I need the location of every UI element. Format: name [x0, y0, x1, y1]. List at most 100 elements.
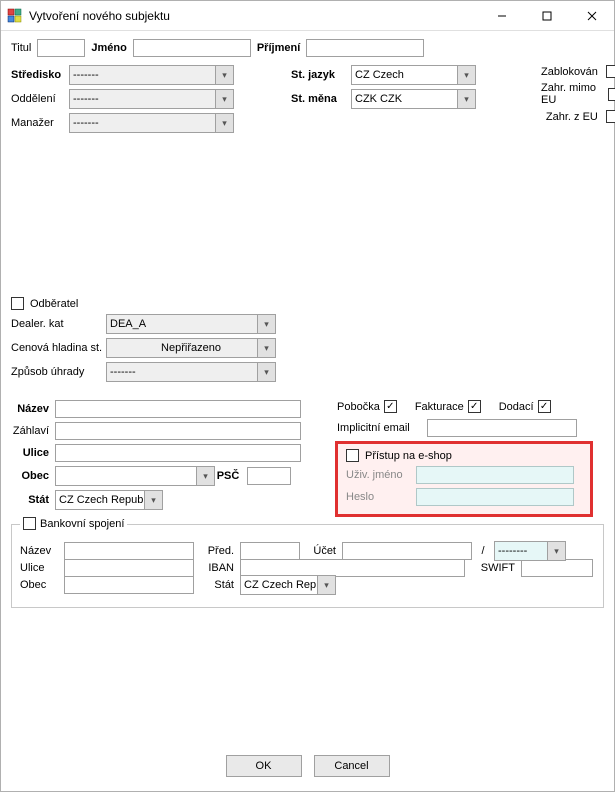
eshop-checkbox[interactable]: [346, 449, 359, 462]
zahr-mimo-eu-label: Zahr. mimo EU: [541, 82, 600, 106]
nazev-label: Název: [11, 403, 55, 415]
bank-swift-input[interactable]: [521, 559, 593, 577]
ulice-input[interactable]: [55, 444, 301, 462]
chevron-down-icon: ▾: [215, 66, 233, 84]
bank-stat-value: CZ Czech Rep: [244, 579, 316, 591]
imp-email-input[interactable]: [427, 419, 577, 437]
chevron-down-icon: ▾: [196, 467, 214, 485]
imp-email-label: Implicitní email: [337, 422, 427, 434]
zahr-z-eu-label: Zahr. z EU: [546, 111, 598, 123]
mena-value: CZK CZK: [355, 93, 402, 105]
stredisko-combo[interactable]: ------- ▾: [69, 65, 234, 85]
zahlavi-label: Záhlaví: [11, 425, 55, 437]
jazyk-value: CZ Czech: [355, 69, 404, 81]
ulice-label: Ulice: [11, 447, 55, 459]
stredisko-label: Středisko: [11, 69, 69, 81]
bank-code-value: --------: [498, 545, 527, 557]
manazer-combo[interactable]: ------- ▾: [69, 113, 234, 133]
chevron-down-icon: ▾: [215, 114, 233, 132]
titlebar: Vytvoření nového subjektu: [1, 1, 614, 31]
fakturace-label: Fakturace: [415, 401, 464, 413]
zablokovan-checkbox[interactable]: [606, 65, 615, 78]
bank-code-combo[interactable]: -------- ▾: [494, 541, 566, 561]
cenova-combo[interactable]: Nepřiřazeno ▾: [106, 338, 276, 358]
pobocka-label: Pobočka: [337, 401, 380, 413]
dealer-kat-combo[interactable]: DEA_A ▾: [106, 314, 276, 334]
maximize-button[interactable]: [524, 1, 569, 30]
chevron-down-icon: ▾: [257, 363, 275, 381]
fakturace-checkbox[interactable]: ✓: [468, 400, 481, 413]
psc-input[interactable]: [247, 467, 291, 485]
bank-obec-label: Obec: [20, 579, 58, 591]
zahr-z-eu-checkbox[interactable]: [606, 110, 615, 123]
bank-nazev-input[interactable]: [64, 542, 194, 560]
oddeleni-value: -------: [73, 93, 99, 105]
bank-ucet-input[interactable]: [342, 542, 472, 560]
oddeleni-combo[interactable]: ------- ▾: [69, 89, 234, 109]
dodaci-checkbox[interactable]: ✓: [538, 400, 551, 413]
chevron-down-icon: ▾: [144, 491, 162, 509]
bank-iban-label: IBAN: [200, 562, 234, 574]
dealer-kat-label: Dealer. kat: [11, 318, 106, 330]
chevron-down-icon: ▾: [257, 315, 275, 333]
pobocka-checkbox[interactable]: ✓: [384, 400, 397, 413]
chevron-down-icon: ▾: [457, 90, 475, 108]
uhrada-combo[interactable]: ------- ▾: [106, 362, 276, 382]
dealer-kat-value: DEA_A: [110, 318, 146, 330]
eshop-user-input[interactable]: [416, 466, 574, 484]
bank-stat-combo[interactable]: CZ Czech Rep ▾: [240, 575, 336, 595]
bank-nazev-label: Název: [20, 545, 58, 557]
oddeleni-label: Oddělení: [11, 93, 69, 105]
titul-input[interactable]: [37, 39, 85, 57]
odberatel-label: Odběratel: [30, 298, 125, 310]
zahr-mimo-eu-checkbox[interactable]: [608, 88, 615, 101]
uhrada-value: -------: [110, 366, 136, 378]
obec-combo[interactable]: ▾: [55, 466, 215, 486]
prijmeni-input[interactable]: [306, 39, 424, 57]
jazyk-combo[interactable]: CZ Czech ▾: [351, 65, 476, 85]
bank-group: Bankovní spojení Název Před. Účet / ----…: [11, 524, 604, 608]
titul-label: Titul: [11, 42, 31, 54]
eshop-user-label: Uživ. jméno: [346, 469, 416, 481]
bank-stat-label: Stát: [200, 579, 234, 591]
odberatel-checkbox[interactable]: [11, 297, 24, 310]
stredisko-value: -------: [73, 69, 99, 81]
mena-label: St. měna: [291, 93, 351, 105]
bank-swift-label: SWIFT: [471, 562, 515, 574]
bank-slash: /: [478, 545, 488, 557]
jmeno-input[interactable]: [133, 39, 251, 57]
jazyk-label: St. jazyk: [291, 69, 351, 81]
ok-button[interactable]: OK: [226, 755, 302, 777]
mena-combo[interactable]: CZK CZK ▾: [351, 89, 476, 109]
stat-label: Stát: [11, 494, 55, 506]
psc-label: PSČ: [215, 470, 247, 482]
chevron-down-icon: ▾: [547, 542, 565, 560]
prijmeni-label: Příjmení: [257, 42, 300, 54]
bank-checkbox[interactable]: [23, 517, 36, 530]
app-icon: [7, 8, 23, 24]
eshop-heslo-input[interactable]: [416, 488, 574, 506]
zahlavi-input[interactable]: [55, 422, 301, 440]
eshop-label: Přístup na e-shop: [365, 450, 452, 462]
uhrada-label: Způsob úhrady: [11, 366, 106, 378]
bank-ulice-label: Ulice: [20, 562, 58, 574]
close-button[interactable]: [569, 1, 614, 30]
cenova-value: Nepřiřazeno: [161, 342, 221, 354]
chevron-down-icon: ▾: [215, 90, 233, 108]
minimize-button[interactable]: [479, 1, 524, 30]
bank-ulice-input[interactable]: [64, 559, 194, 577]
eshop-access-box: Přístup na e-shop Uživ. jméno Heslo: [335, 441, 593, 517]
cenova-label: Cenová hladina st.: [11, 342, 106, 354]
chevron-down-icon: ▾: [257, 339, 275, 357]
chevron-down-icon: ▾: [457, 66, 475, 84]
stat-combo[interactable]: CZ Czech Republ ▾: [55, 490, 163, 510]
nazev-input[interactable]: [55, 400, 301, 418]
cancel-button[interactable]: Cancel: [314, 755, 390, 777]
bank-ucet-label: Účet: [306, 545, 336, 557]
bank-obec-input[interactable]: [64, 576, 194, 594]
dodaci-label: Dodací: [499, 401, 534, 413]
manazer-label: Manažer: [11, 117, 69, 129]
stat-value: CZ Czech Republ: [59, 494, 146, 506]
bank-pred-input[interactable]: [240, 542, 300, 560]
obec-label: Obec: [11, 470, 55, 482]
